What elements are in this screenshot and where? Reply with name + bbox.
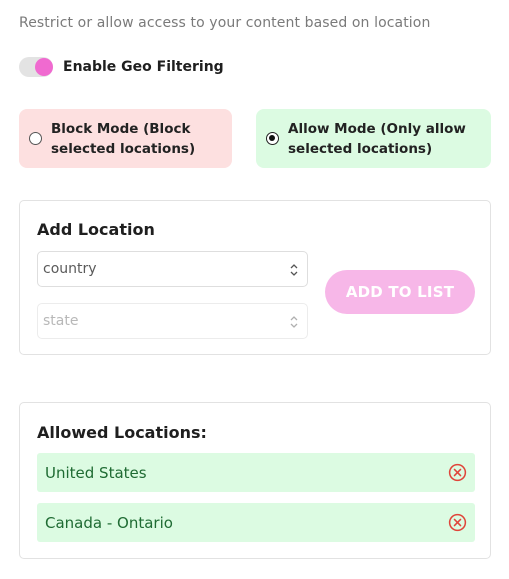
allowed-locations-title: Allowed Locations: — [37, 423, 207, 442]
country-select[interactable]: country — [37, 251, 308, 287]
geo-filter-toggle-row: Enable Geo Filtering — [19, 57, 224, 77]
state-select-value: state — [43, 313, 79, 329]
allow-mode-radio[interactable] — [266, 132, 279, 145]
allowed-locations-panel: Allowed Locations: United States Canada … — [19, 402, 491, 559]
location-item: Canada - Ontario — [37, 503, 475, 542]
geo-filter-label: Enable Geo Filtering — [63, 59, 224, 75]
remove-circle-icon[interactable] — [448, 513, 467, 532]
geo-filter-toggle[interactable] — [19, 57, 53, 77]
toggle-knob — [35, 58, 53, 76]
state-select[interactable]: state — [37, 303, 308, 339]
location-item: United States — [37, 453, 475, 492]
chevron-updown-icon — [290, 316, 298, 328]
remove-circle-icon[interactable] — [448, 463, 467, 482]
country-select-value: country — [43, 261, 97, 277]
allow-mode-label: Allow Mode (Only allow selected location… — [288, 120, 466, 157]
block-mode-radio[interactable] — [29, 132, 42, 145]
location-item-label: Canada - Ontario — [45, 513, 173, 532]
add-to-list-button[interactable]: ADD TO LIST — [325, 270, 475, 314]
add-location-panel: Add Location country state ADD TO LIST — [19, 200, 491, 355]
location-item-label: United States — [45, 463, 147, 482]
allow-mode-option[interactable]: Allow Mode (Only allow selected location… — [256, 109, 491, 168]
block-mode-option[interactable]: Block Mode (Block selected locations) — [19, 109, 232, 168]
block-mode-label: Block Mode (Block selected locations) — [51, 120, 196, 157]
intro-text: Restrict or allow access to your content… — [19, 15, 431, 31]
chevron-updown-icon — [290, 264, 298, 276]
add-location-title: Add Location — [37, 220, 155, 239]
